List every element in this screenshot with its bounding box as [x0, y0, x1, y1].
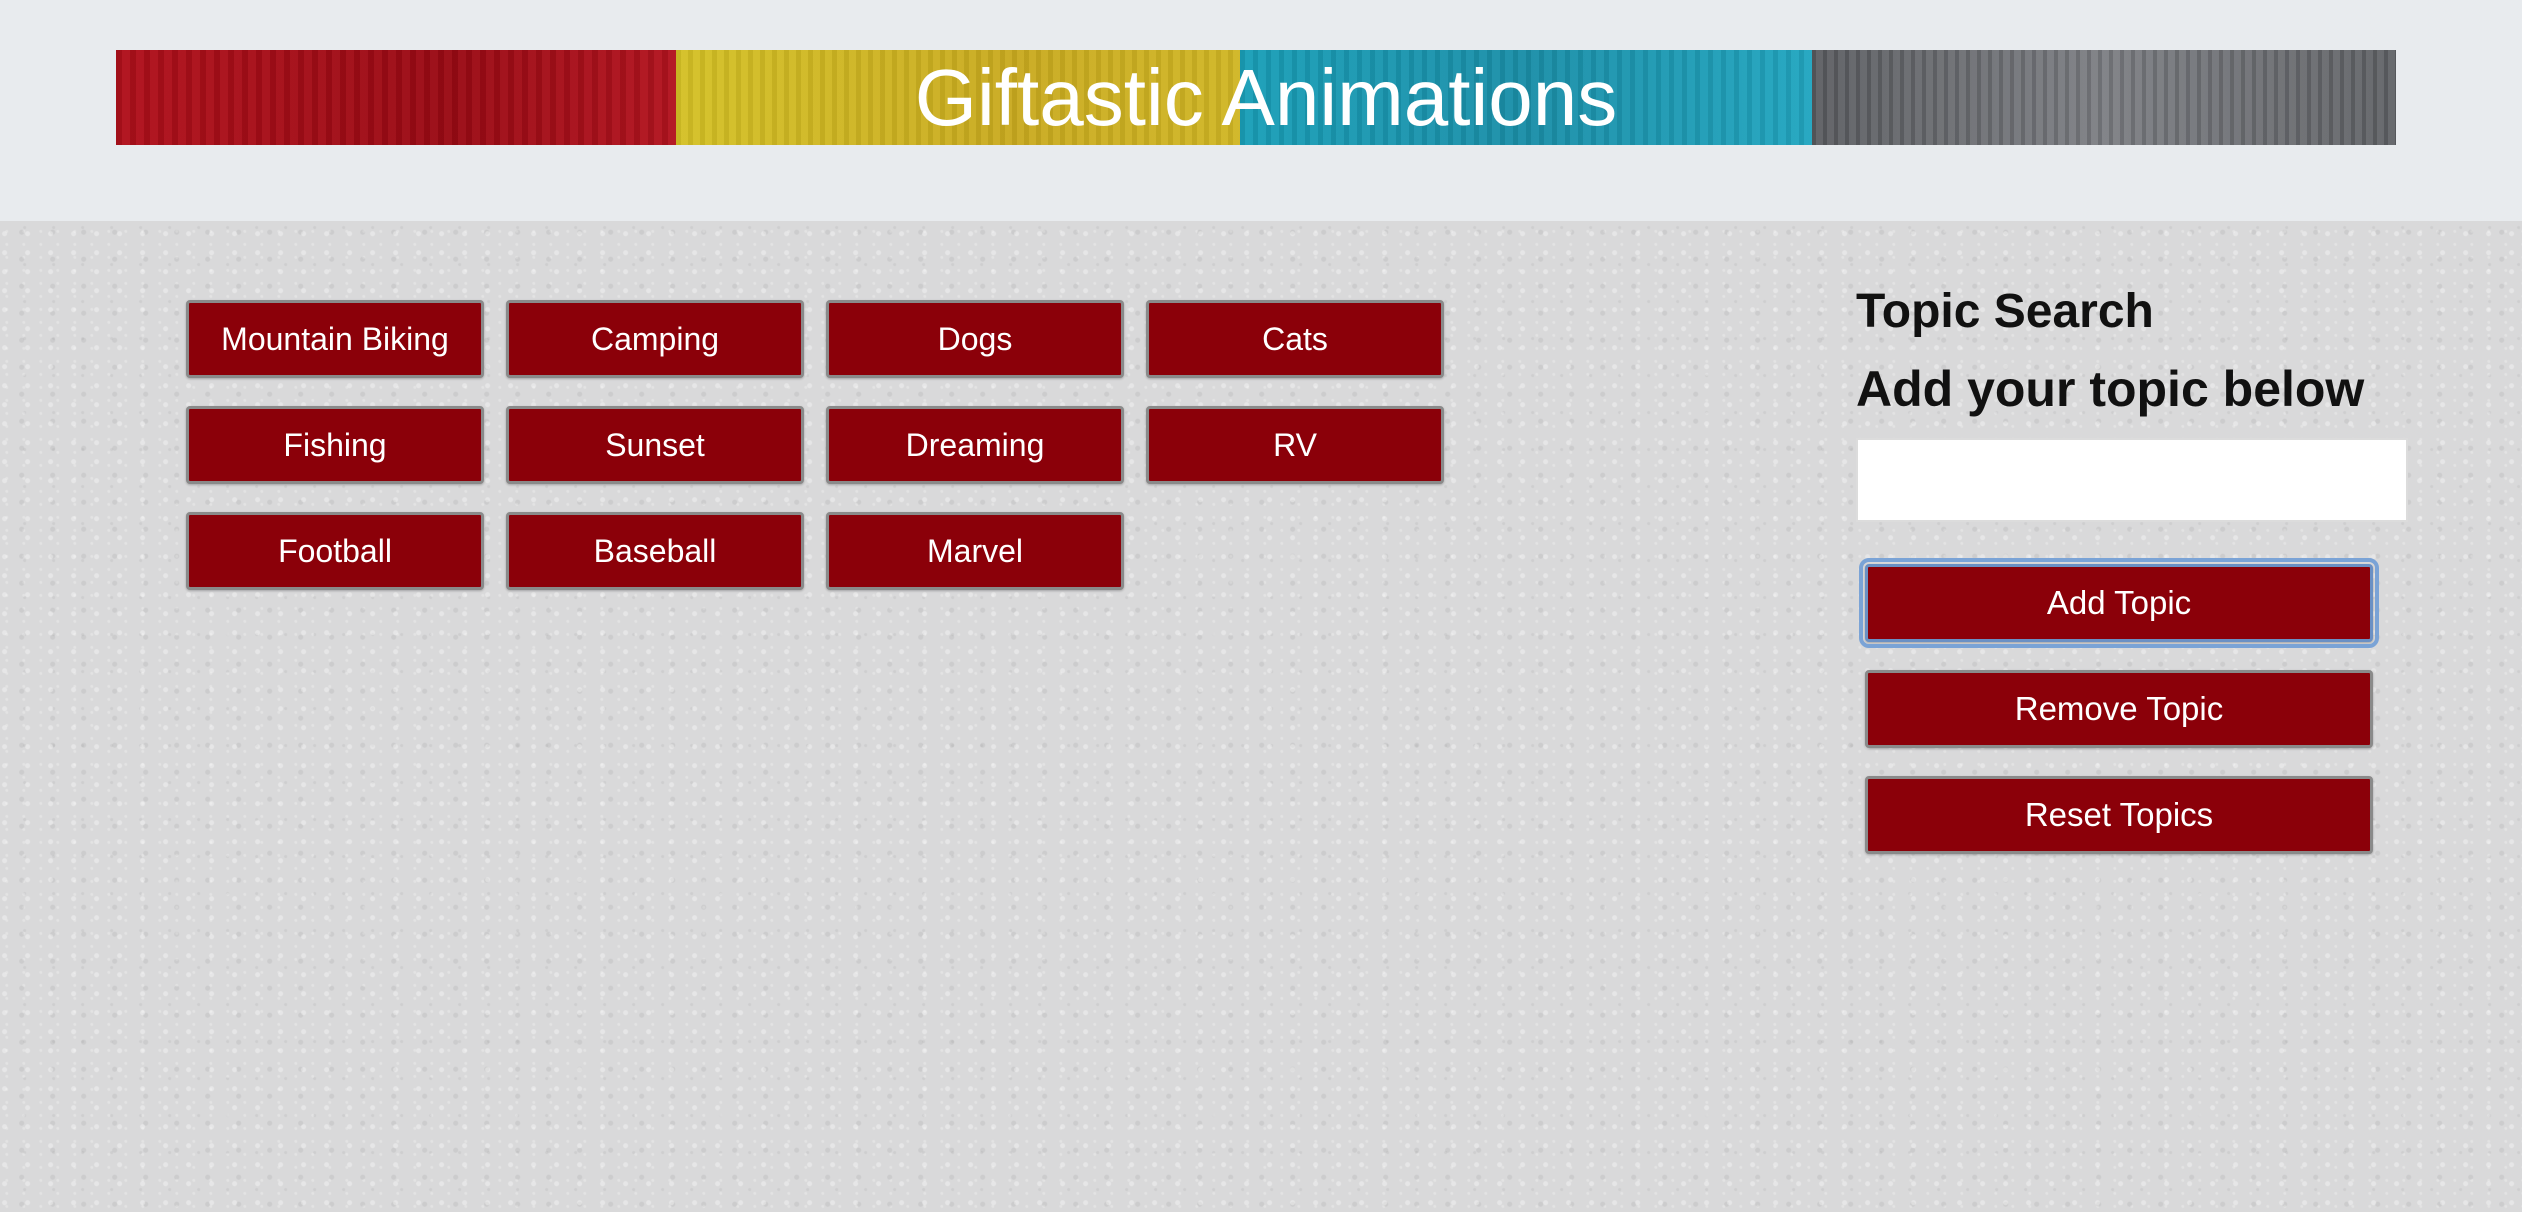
topic-button-football[interactable]: Football [186, 512, 484, 590]
topic-button-rv[interactable]: RV [1146, 406, 1444, 484]
topic-input[interactable] [1856, 438, 2408, 522]
topic-button-camping[interactable]: Camping [506, 300, 804, 378]
topic-button-baseball[interactable]: Baseball [506, 512, 804, 590]
panel-title: Topic Search [1856, 285, 2154, 338]
panel-subtitle: Add your topic below [1856, 361, 2365, 417]
topic-button-dreaming[interactable]: Dreaming [826, 406, 1124, 484]
topic-button-mountain-biking[interactable]: Mountain Biking [186, 300, 484, 378]
topic-button-marvel[interactable]: Marvel [826, 512, 1124, 590]
topic-button-dogs[interactable]: Dogs [826, 300, 1124, 378]
topic-button-fishing[interactable]: Fishing [186, 406, 484, 484]
topic-button-cats[interactable]: Cats [1146, 300, 1444, 378]
topic-button-sunset[interactable]: Sunset [506, 406, 804, 484]
header-band: Giftastic Animations [0, 0, 2522, 221]
header-banner: Giftastic Animations [116, 50, 2396, 145]
topic-buttons: Mountain Biking Camping Dogs Cats Fishin… [186, 300, 1466, 590]
reset-topics-button[interactable]: Reset Topics [1865, 776, 2373, 854]
remove-topic-button[interactable]: Remove Topic [1865, 670, 2373, 748]
topic-search-panel: Topic Search Add your topic below Add To… [1856, 280, 2416, 854]
page-title: Giftastic Animations [914, 52, 1618, 142]
add-topic-button[interactable]: Add Topic [1859, 558, 2379, 648]
